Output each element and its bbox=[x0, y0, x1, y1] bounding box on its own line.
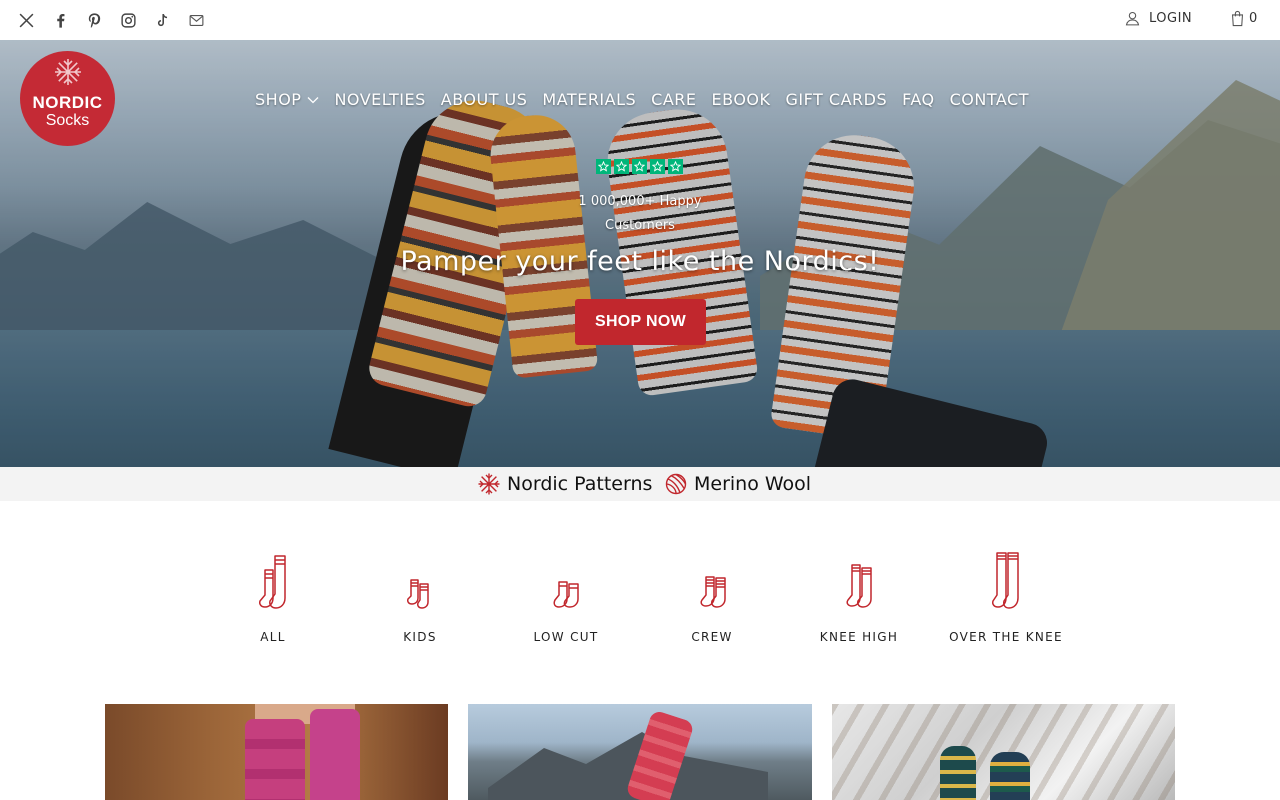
crew-socks-icon bbox=[700, 576, 726, 608]
category-kids[interactable]: KIDS bbox=[350, 550, 490, 644]
nav-item-shop[interactable]: SHOP bbox=[255, 90, 319, 109]
tile-photo-sock bbox=[990, 752, 1030, 800]
nav-item-care[interactable]: CARE bbox=[651, 90, 696, 109]
product-tile[interactable] bbox=[468, 704, 812, 800]
hero-tagline: Pamper your feet like the Nordics! bbox=[400, 246, 880, 277]
low-cut-socks-icon bbox=[553, 581, 579, 608]
tile-photo-sock bbox=[245, 719, 305, 800]
product-tile[interactable] bbox=[832, 704, 1175, 800]
star-icon bbox=[650, 159, 665, 174]
login-link[interactable]: LOGIN bbox=[1124, 10, 1192, 27]
feature-strip: Nordic Patterns Merino Wool bbox=[0, 467, 1280, 501]
category-label: KNEE HIGH bbox=[819, 630, 899, 644]
star-icon bbox=[632, 159, 647, 174]
user-icon bbox=[1125, 11, 1140, 26]
feature-merino-wool: Merino Wool bbox=[664, 472, 811, 496]
main-nav: SHOP NOVELTIES ABOUT US MATERIALS CARE E… bbox=[255, 90, 1029, 109]
happy-customers-line1: 1 000,000+ Happy bbox=[578, 194, 702, 209]
star-icon bbox=[596, 159, 611, 174]
shop-now-button[interactable]: SHOP NOW bbox=[575, 299, 706, 345]
nav-item-label: SHOP bbox=[255, 90, 302, 109]
category-label: ALL bbox=[260, 630, 286, 644]
facebook-icon[interactable] bbox=[50, 10, 70, 30]
star-icon bbox=[668, 159, 683, 174]
nav-item-contact[interactable]: CONTACT bbox=[950, 90, 1029, 109]
category-over-the-knee[interactable]: OVER THE KNEE bbox=[936, 550, 1076, 644]
nav-item-materials[interactable]: MATERIALS bbox=[542, 90, 636, 109]
nav-item-gift-cards[interactable]: GIFT CARDS bbox=[786, 90, 888, 109]
happy-customers-line2: Customers bbox=[605, 218, 675, 233]
login-label: LOGIN bbox=[1149, 11, 1193, 26]
feature-label: Nordic Patterns bbox=[507, 473, 653, 495]
nav-item-faq[interactable]: FAQ bbox=[902, 90, 935, 109]
kids-socks-icon bbox=[407, 579, 429, 609]
nav-item-about-us[interactable]: ABOUT US bbox=[441, 90, 528, 109]
logo-text-nordic: NORDIC bbox=[32, 93, 103, 112]
social-links bbox=[16, 10, 206, 30]
email-icon[interactable] bbox=[186, 10, 206, 30]
snowflake-icon bbox=[478, 473, 500, 495]
yarn-ball-icon bbox=[665, 473, 687, 495]
category-label: KIDS bbox=[403, 630, 437, 644]
x-twitter-icon[interactable] bbox=[16, 10, 36, 30]
tiktok-icon[interactable] bbox=[152, 10, 172, 30]
feature-nordic-patterns: Nordic Patterns bbox=[477, 472, 652, 496]
chevron-down-icon bbox=[307, 96, 319, 103]
happy-customers-text: 1 000,000+ Happy Customers bbox=[560, 190, 720, 238]
knee-high-socks-icon bbox=[846, 564, 872, 608]
category-label: CREW bbox=[691, 630, 733, 644]
category-knee-high[interactable]: KNEE HIGH bbox=[789, 550, 929, 644]
tile-photo-sock bbox=[940, 746, 976, 800]
category-all[interactable]: ALL bbox=[203, 550, 343, 644]
cart-link[interactable]: 0 bbox=[1230, 10, 1257, 27]
category-label: OVER THE KNEE bbox=[949, 630, 1063, 644]
feature-label: Merino Wool bbox=[694, 473, 812, 495]
tile-photo-sock bbox=[310, 709, 360, 800]
two-tall-socks-icon bbox=[259, 555, 286, 609]
trustpilot-rating bbox=[596, 159, 683, 174]
site-logo[interactable]: NORDIC Socks bbox=[20, 51, 115, 146]
nav-item-novelties[interactable]: NOVELTIES bbox=[334, 90, 425, 109]
logo-text-socks: Socks bbox=[45, 112, 90, 129]
cart-count: 0 bbox=[1249, 11, 1258, 26]
over-the-knee-socks-icon bbox=[992, 552, 1019, 609]
category-low-cut[interactable]: LOW CUT bbox=[496, 550, 636, 644]
product-tile[interactable] bbox=[105, 704, 448, 800]
star-icon bbox=[614, 159, 629, 174]
top-utility-bar: LOGIN 0 bbox=[0, 0, 1280, 40]
category-label: LOW CUT bbox=[533, 630, 599, 644]
category-crew[interactable]: CREW bbox=[642, 550, 782, 644]
pinterest-icon[interactable] bbox=[84, 10, 104, 30]
shopping-bag-icon bbox=[1231, 10, 1244, 27]
nav-item-ebook[interactable]: EBOOK bbox=[712, 90, 771, 109]
snowflake-logo-icon bbox=[55, 59, 81, 85]
instagram-icon[interactable] bbox=[118, 10, 138, 30]
